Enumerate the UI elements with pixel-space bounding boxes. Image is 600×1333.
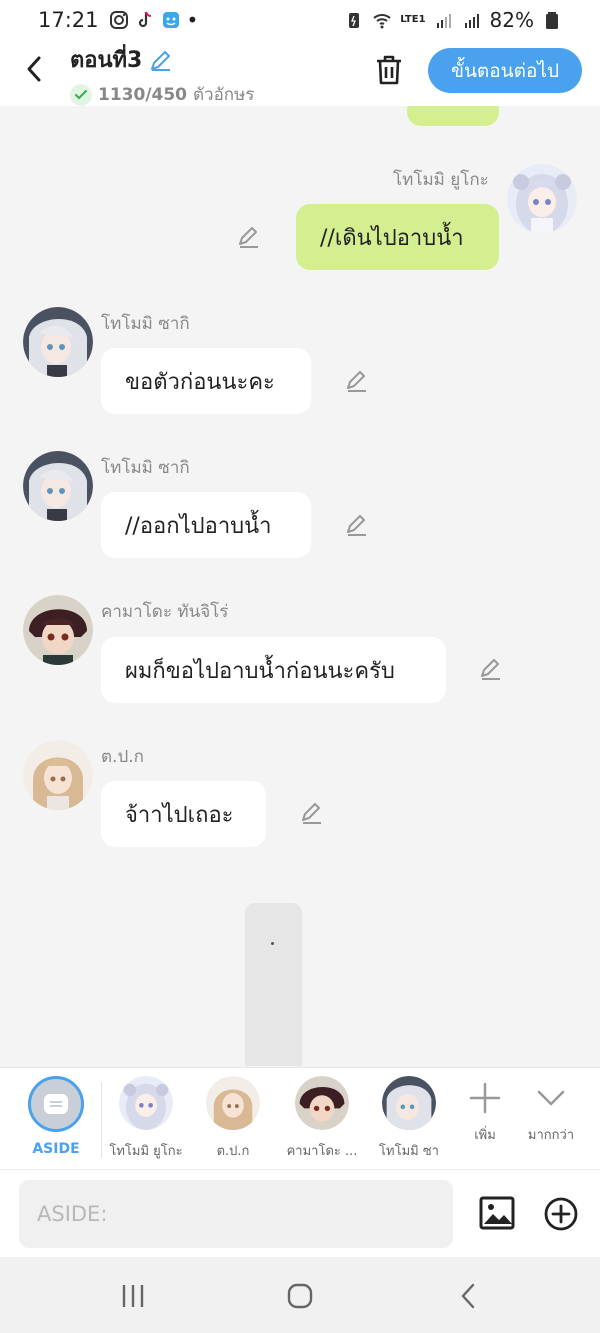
message-bubble[interactable]: ผมก็ขอไปอาบน้ำก่อนนะครับ	[101, 637, 446, 703]
episode-title: ตอนที่3	[70, 48, 143, 73]
character-option[interactable]: คามาโดะ ...	[277, 1076, 367, 1161]
header: ตอนที่3 1130/450 ตัวอักษร ขั้นตอนต่อไป	[0, 40, 600, 106]
tiktok-icon	[138, 11, 151, 28]
back-arrow-icon[interactable]	[20, 52, 50, 86]
check-icon	[70, 83, 92, 106]
add-circle-icon[interactable]	[543, 1196, 579, 1232]
chat-area[interactable]: โทโมมิ ยูโกะ //เดินไปอาบน้ำ โทโมมิ ซากิ …	[0, 106, 600, 1066]
clock: 17:21	[38, 8, 99, 32]
aside-label: ASIDE	[32, 1141, 80, 1157]
edit-message-icon[interactable]	[478, 656, 504, 682]
signal-icon-2	[464, 14, 479, 28]
avatar-tpk[interactable]	[23, 740, 93, 810]
avatar-tomomi-saki	[382, 1076, 436, 1130]
system-nav-bar	[0, 1257, 600, 1333]
message-bubble[interactable]: ขอตัวก่อนนะคะ	[101, 348, 311, 414]
aside-selector[interactable]: ASIDE	[11, 1076, 101, 1157]
next-step-button[interactable]: ขั้นตอนต่อไป	[428, 48, 582, 93]
more-label: มากกว่า	[527, 1128, 575, 1143]
avatar-tomomi-yuko[interactable]	[507, 164, 577, 234]
battery-percent: 82%	[489, 8, 534, 32]
instagram-icon	[109, 11, 128, 29]
message-bubble[interactable]: //เดินไปอาบน้ำ	[296, 204, 499, 270]
character-selector: ASIDE โทโมมิ ยูโกะ ต.ป.ก คามาโดะ ... โทโ…	[0, 1067, 600, 1169]
scroll-indicator-dot	[271, 942, 274, 945]
edit-message-icon[interactable]	[344, 512, 370, 538]
speaker-name: ต.ป.ก	[101, 747, 144, 767]
more-button[interactable]: มากกว่า	[506, 1076, 596, 1145]
lte-label: LTE1	[400, 14, 426, 25]
character-option[interactable]: ต.ป.ก	[188, 1076, 278, 1161]
message-bubble[interactable]: จ้าาไปเถอะ	[101, 781, 266, 847]
character-count: 1130/450	[98, 84, 188, 105]
avatar-tomomi-yuko	[119, 1076, 173, 1130]
dot-icon: •	[186, 8, 199, 32]
home-icon[interactable]	[285, 1281, 315, 1311]
system-back-icon[interactable]	[454, 1281, 484, 1311]
character-label: ต.ป.ก	[216, 1144, 250, 1159]
status-bar: 17:21 • LTE1 82%	[0, 0, 600, 40]
avatar-tpk	[206, 1076, 260, 1130]
speaker-name: โทโมมิ ซากิ	[101, 314, 190, 334]
character-option[interactable]: โทโมมิ ยูโกะ	[101, 1076, 191, 1161]
message-input[interactable]	[19, 1180, 453, 1248]
episode-title-block: ตอนที่3 1130/450 ตัวอักษร	[70, 42, 254, 108]
avatar-kamado-tanjiro[interactable]	[23, 595, 93, 665]
edit-title-icon[interactable]	[148, 47, 174, 73]
signal-icon	[436, 14, 451, 28]
avatar-tomomi-saki[interactable]	[23, 307, 93, 377]
speaker-name: โทโมมิ ยูโกะ	[393, 170, 489, 190]
avatar-kamado-tanjiro	[295, 1076, 349, 1130]
trash-icon[interactable]	[372, 52, 406, 88]
chevron-down-icon	[537, 1090, 565, 1106]
scroll-indicator[interactable]	[245, 903, 302, 1066]
aside-icon	[28, 1076, 84, 1132]
wifi-icon	[373, 14, 391, 29]
input-bar	[0, 1169, 600, 1257]
speaker-name: คามาโดะ ทันจิโร่	[101, 602, 229, 622]
avatar-tomomi-saki[interactable]	[23, 451, 93, 521]
edit-message-icon[interactable]	[299, 800, 325, 826]
recent-apps-icon[interactable]	[118, 1281, 148, 1311]
battery-icon	[546, 12, 558, 29]
character-label: โทโมมิ ยูโกะ	[109, 1144, 183, 1159]
image-icon[interactable]	[478, 1194, 516, 1232]
character-unit: ตัวอักษร	[193, 85, 255, 105]
plus-icon	[469, 1082, 501, 1114]
message-bubble[interactable]: //ออกไปอาบน้ำ	[101, 492, 311, 558]
edit-message-icon[interactable]	[344, 368, 370, 394]
edit-message-icon[interactable]	[236, 224, 262, 250]
app-notification-icon	[162, 12, 179, 28]
speaker-name: โทโมมิ ซากิ	[101, 458, 190, 478]
partial-message-bubble[interactable]	[407, 106, 499, 126]
battery-saver-icon	[349, 13, 360, 28]
character-label: คามาโดะ ...	[286, 1144, 358, 1159]
